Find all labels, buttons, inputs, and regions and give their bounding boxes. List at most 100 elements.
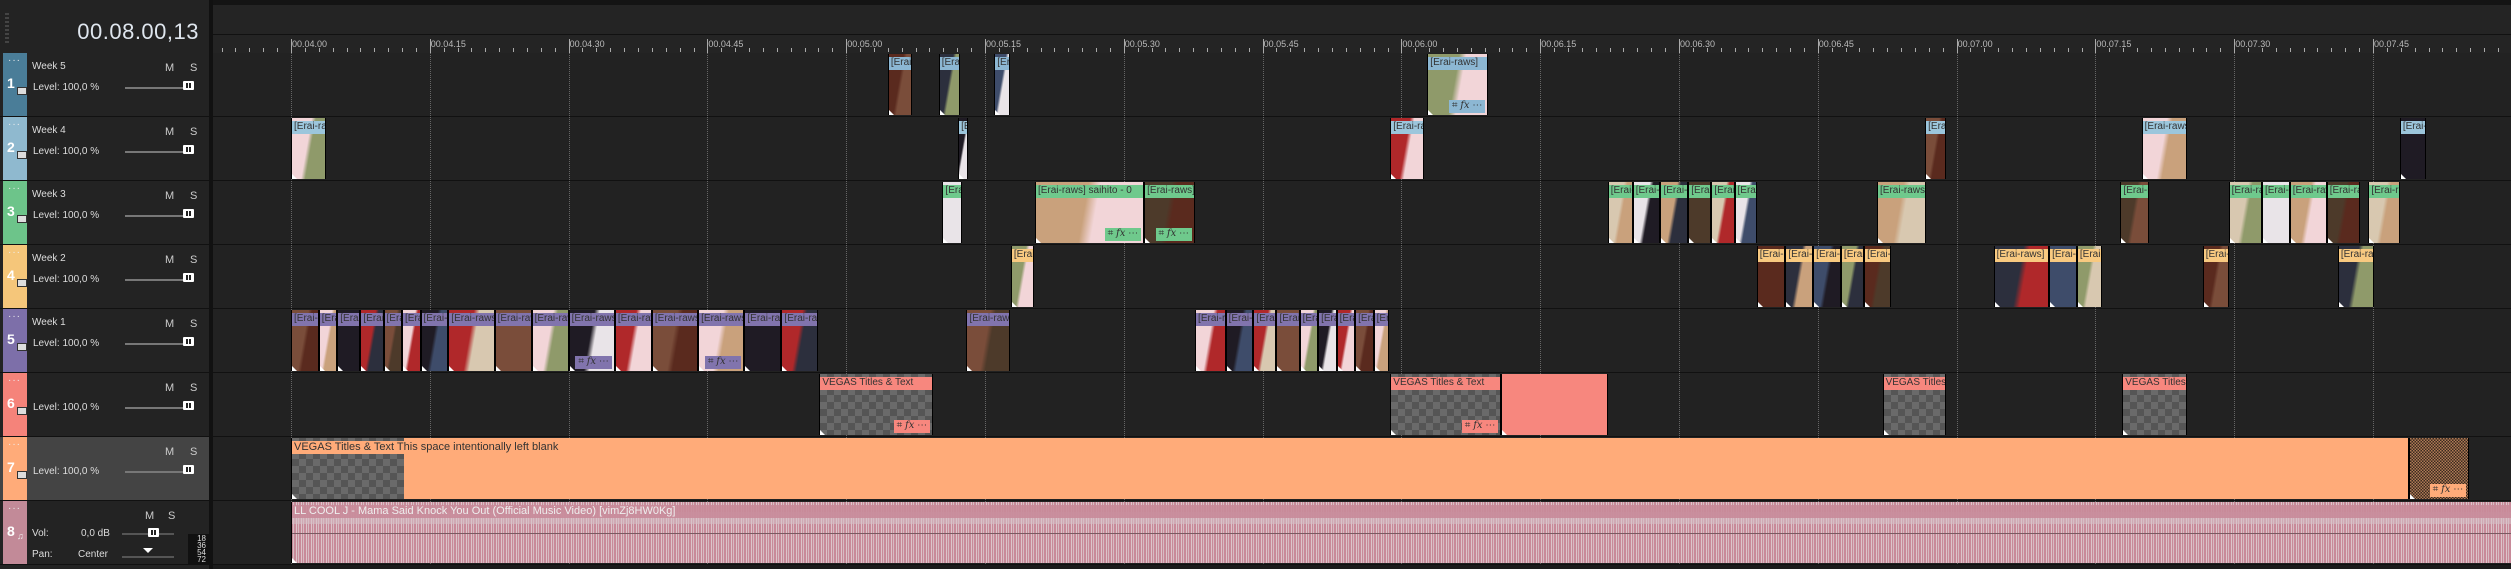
video-event[interactable]: [Erai-raws] <box>1864 246 1891 307</box>
video-event[interactable]: [Erai-raws] <box>1390 118 1424 179</box>
video-event[interactable]: [Erai-raws] <box>1276 310 1300 371</box>
video-event[interactable]: [Erai-raws] <box>360 310 384 371</box>
video-event[interactable]: [Erai-raws] <box>1756 246 1786 307</box>
video-event[interactable]: [Erai-raws] <box>2049 246 2077 307</box>
level-slider-thumb[interactable] <box>183 337 194 346</box>
video-event[interactable]: [Erai-raws] <box>2337 246 2374 307</box>
track-name[interactable]: Week 2 <box>32 253 66 264</box>
track-color-strip[interactable]: ··· 7 <box>3 437 27 500</box>
track-header[interactable]: ··· 2 Week 4 M S Level: 100,0 % <box>0 117 209 180</box>
solo-button[interactable]: S <box>190 126 197 138</box>
title-event[interactable]: VEGAS Titles <box>2122 374 2187 435</box>
video-event[interactable]: [Erai-raws] <box>1336 310 1356 371</box>
video-event[interactable]: [Erai-raws] <box>1318 310 1337 371</box>
solo-button[interactable]: S <box>190 254 197 266</box>
video-event[interactable]: [Erai-raws] <box>1813 246 1841 307</box>
track-header[interactable]: ··· 1 Week 5 M S Level: 100,0 % <box>0 53 209 116</box>
track-header[interactable]: ··· 7 M S Level: 100,0 % <box>0 437 209 500</box>
video-event[interactable]: [Erai-raws] ⌗ fx ⋯ <box>568 310 615 371</box>
volume-slider-thumb[interactable] <box>148 528 159 537</box>
mute-button[interactable]: M <box>165 446 174 458</box>
more-icon[interactable]: ⋯ <box>1179 228 1189 239</box>
video-event[interactable]: [Erai-raws] <box>744 310 782 371</box>
video-event[interactable]: [Erai-raws] <box>2076 246 2102 307</box>
track-header[interactable]: ··· 4 Week 2 M S Level: 100,0 % <box>0 245 209 308</box>
video-event[interactable]: [Erai-raws] <box>1010 246 1035 307</box>
mute-button[interactable]: M <box>165 62 174 74</box>
video-event[interactable]: [Erai-raws] <box>1925 118 1947 179</box>
video-event[interactable]: [Erai-raws] <box>448 310 495 371</box>
video-event[interactable]: [Erai-raws] <box>2368 182 2400 243</box>
track-lane[interactable]: [Erai-raws][Erai-raws][Erai-raws][Erai-r… <box>213 309 2511 372</box>
video-event[interactable]: [Erai-raws] <box>1840 246 1865 307</box>
level-slider-thumb[interactable] <box>183 145 194 154</box>
crop-icon[interactable]: ⌗ <box>1159 228 1167 239</box>
track-header[interactable]: ··· 5 Week 1 M S Level: 100,0 % <box>0 309 209 372</box>
track-color-strip[interactable]: ··· 1 <box>3 53 27 116</box>
track-color-strip[interactable]: ··· 2 <box>3 117 27 180</box>
level-slider-track[interactable] <box>125 279 183 281</box>
transition-event[interactable]: ⌗ fx ⋯ <box>2409 438 2470 499</box>
video-event[interactable]: [Erai-raws] <box>1711 182 1735 243</box>
track-menu-icon[interactable]: ··· <box>8 120 21 130</box>
track-menu-icon[interactable]: ··· <box>8 248 21 258</box>
title-event[interactable]: VEGAS Titles & Text ⌗ fx ⋯ <box>1390 374 1502 435</box>
more-icon[interactable]: ⋯ <box>728 356 738 367</box>
video-event[interactable]: [Erai-raws] ⌗ fx ⋯ <box>1427 54 1489 115</box>
audio-event[interactable]: LL COOL J - Mama Said Knock You Out (Off… <box>291 502 2511 563</box>
level-slider-track[interactable] <box>125 215 183 217</box>
video-event[interactable]: [Erai-raws] <box>2228 182 2262 243</box>
mute-button[interactable]: M <box>165 190 174 202</box>
video-event[interactable]: [Erai-raws] <box>966 310 1010 371</box>
video-event[interactable]: [Erai-raws] <box>1632 182 1661 243</box>
level-slider-track[interactable] <box>125 407 183 409</box>
track-color-strip[interactable]: ··· 3 <box>3 181 27 244</box>
track-menu-icon[interactable]: ··· <box>8 440 21 450</box>
video-event[interactable]: [Erai-raws] <box>887 54 912 115</box>
level-slider-thumb[interactable] <box>183 81 194 90</box>
solo-button[interactable]: S <box>168 510 175 522</box>
track-name[interactable]: Week 5 <box>32 61 66 72</box>
video-event[interactable]: [Erai-raws] <box>531 310 569 371</box>
video-event[interactable]: [Erai-raws] <box>2120 182 2150 243</box>
mute-button[interactable]: M <box>145 510 154 522</box>
more-icon[interactable]: ⋯ <box>917 420 927 431</box>
track-color-strip[interactable]: ··· 8 ♫ <box>3 501 27 564</box>
fx-icon[interactable]: fx <box>1473 420 1482 431</box>
level-slider-track[interactable] <box>125 87 183 89</box>
title-event[interactable]: VEGAS Titles & Text This space intention… <box>291 438 2410 499</box>
video-event[interactable]: [Erai-raws] <box>614 310 652 371</box>
track-lane[interactable]: LL COOL J - Mama Said Knock You Out (Off… <box>213 501 2511 564</box>
video-event[interactable] <box>1501 374 1608 435</box>
track-color-strip[interactable]: ··· 5 <box>3 309 27 372</box>
video-event[interactable]: [Erai-raws] <box>2261 182 2290 243</box>
track-lane[interactable]: [Erai-raws] [Erai-raws] [Erai-raws] [Erai-r… <box>213 53 2511 116</box>
track-menu-icon[interactable]: ··· <box>8 56 21 66</box>
track-menu-icon[interactable]: ··· <box>8 184 21 194</box>
track-header[interactable]: ··· 8 ♫ M S Vol: 0,0 dB Pan: Center 18 36 54 72 <box>0 501 209 564</box>
pan-slider-thumb[interactable] <box>143 548 153 553</box>
fx-icon[interactable]: fx <box>1460 100 1469 111</box>
crop-icon[interactable]: ⌗ <box>1465 420 1473 431</box>
fx-icon[interactable]: fx <box>905 420 914 431</box>
track-name[interactable]: Week 3 <box>32 189 66 200</box>
track-lane[interactable]: [Erai-raws][Erai-raws][Erai-raws][Erai-r… <box>213 245 2511 308</box>
level-slider-thumb[interactable] <box>183 273 194 282</box>
timeline-ruler[interactable]: 00.04.00 00.04.15 00.04.30 00.04.45 00.05.00… <box>213 5 2511 53</box>
solo-button[interactable]: S <box>190 446 197 458</box>
crop-icon[interactable]: ⌗ <box>1452 100 1460 111</box>
video-event[interactable]: [Erai-raws] <box>2326 182 2361 243</box>
grip-handle[interactable] <box>5 13 9 43</box>
video-event[interactable]: [Erai-raws] <box>994 54 1010 115</box>
video-event[interactable]: [Erai-raws] <box>291 310 319 371</box>
level-slider-thumb[interactable] <box>183 401 194 410</box>
pan-slider-track[interactable] <box>122 556 174 558</box>
mute-button[interactable]: M <box>165 318 174 330</box>
crop-icon[interactable]: ⌗ <box>578 356 586 367</box>
video-event[interactable]: [Erai-raws] <box>938 54 960 115</box>
video-event[interactable]: [Erai-raws] <box>1734 182 1757 243</box>
video-event[interactable]: [Erai-raws] <box>2141 118 2187 179</box>
track-lane[interactable]: VEGAS Titles & Text This space intention… <box>213 437 2511 500</box>
video-event[interactable]: [Erai-raws] ⌗ fx ⋯ <box>1144 182 1196 243</box>
fx-icon[interactable]: fx <box>716 356 725 367</box>
